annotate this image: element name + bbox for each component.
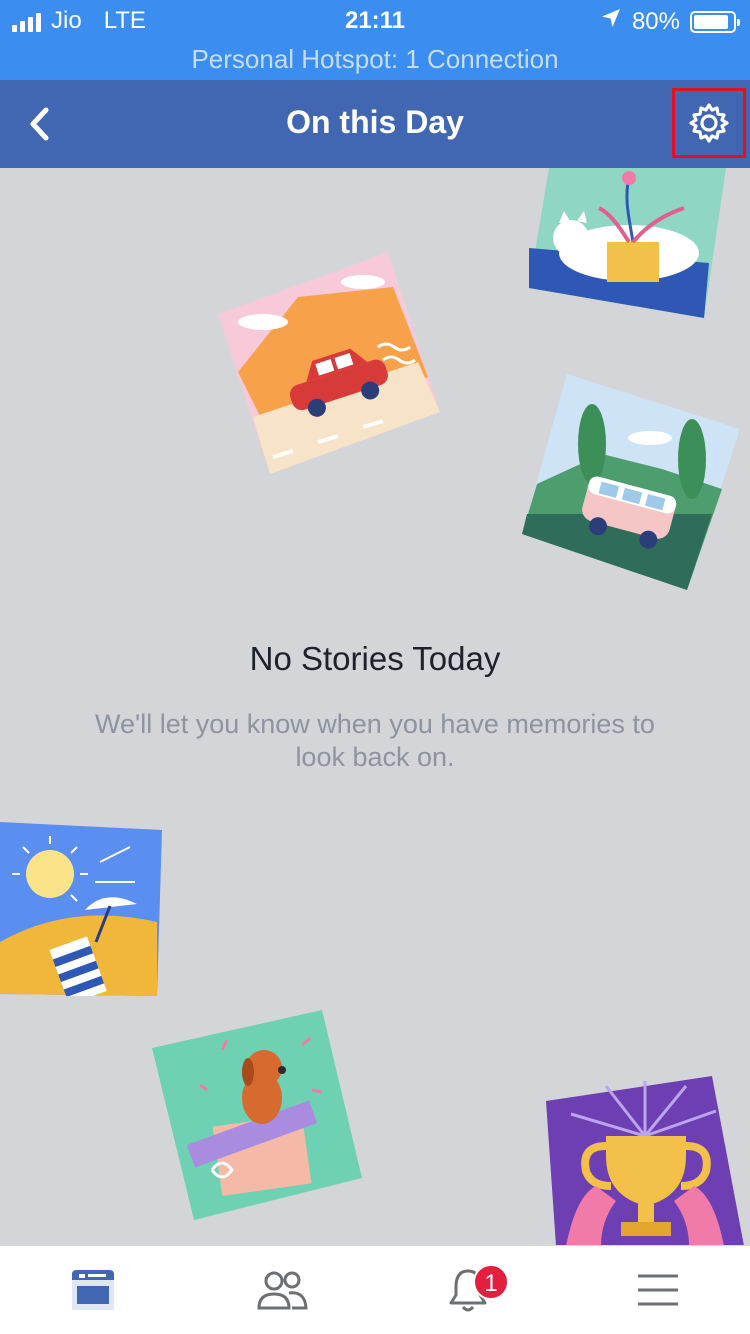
news-feed-icon xyxy=(72,1270,114,1310)
settings-button[interactable] xyxy=(672,88,746,158)
friends-tab[interactable] xyxy=(252,1260,312,1320)
tab-bar: 1 xyxy=(0,1245,750,1334)
battery-icon xyxy=(690,10,740,33)
hamburger-menu-icon xyxy=(638,1274,678,1306)
empty-state-title: No Stories Today xyxy=(249,640,501,677)
status-right: 80% xyxy=(600,7,740,36)
car-road-illustration xyxy=(218,252,440,474)
notification-badge: 1 xyxy=(473,1264,509,1300)
location-arrow-icon xyxy=(600,7,622,36)
battery-percent: 80% xyxy=(631,7,680,35)
friends-icon xyxy=(257,1271,308,1310)
empty-state-subtitle: We'll let you know when you have memorie… xyxy=(95,709,655,772)
cat-plant-illustration xyxy=(529,168,726,318)
van-hills-illustration xyxy=(522,374,740,590)
news-feed-tab[interactable] xyxy=(63,1260,123,1320)
beach-sun-illustration xyxy=(0,822,162,996)
gear-icon xyxy=(689,103,729,143)
page-title: On this Day xyxy=(286,104,464,140)
dog-gift-illustration xyxy=(152,1010,362,1220)
menu-tab[interactable] xyxy=(628,1260,688,1320)
trophy-illustration xyxy=(546,1076,744,1246)
hotspot-banner[interactable]: Personal Hotspot: 1 Connection xyxy=(0,40,750,80)
status-bar: Jio LTE 21:11 80% xyxy=(0,0,750,40)
nav-bar: On this Day xyxy=(0,80,750,168)
